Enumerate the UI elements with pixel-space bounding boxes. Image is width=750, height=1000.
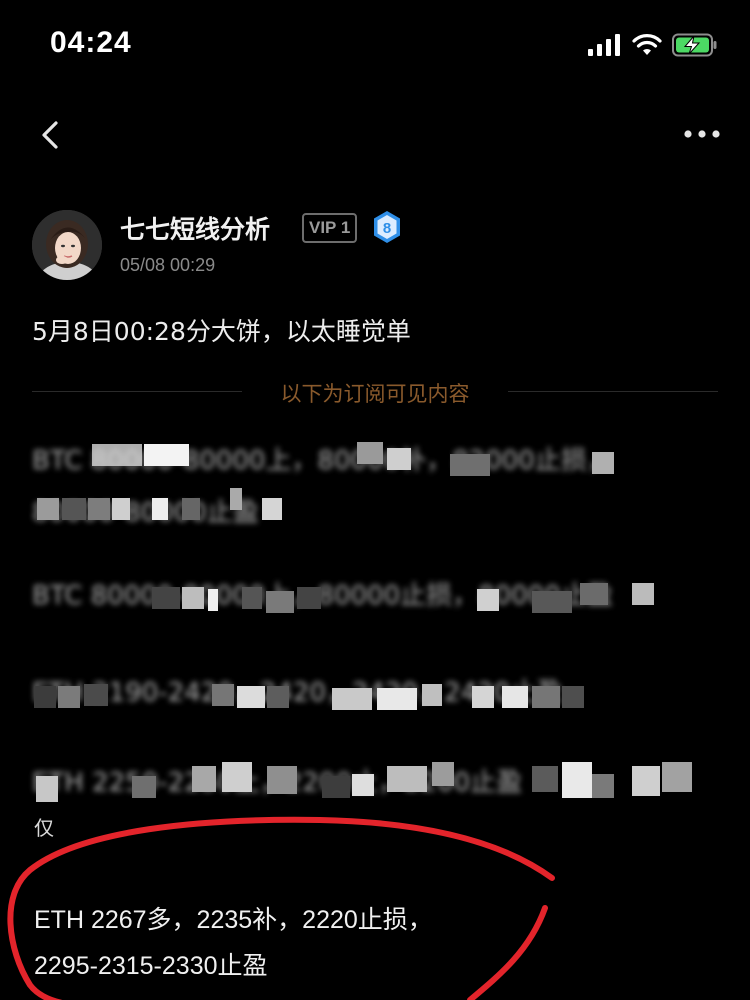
pixelation-block bbox=[88, 498, 110, 520]
status-time: 04:24 bbox=[50, 26, 132, 59]
pixelation-block bbox=[352, 774, 374, 796]
pixelation-block bbox=[387, 448, 411, 470]
pixelation-block bbox=[297, 587, 321, 609]
pixelation-block bbox=[262, 498, 282, 520]
partial-line: 仅 bbox=[34, 816, 54, 840]
pixelation-block bbox=[212, 684, 234, 706]
blurred-paragraph-2: BTC 80000-80000上，80000止损，80000止盈 bbox=[32, 575, 702, 615]
avatar[interactable] bbox=[32, 210, 102, 280]
post-timestamp: 05/08 00:29 bbox=[120, 255, 216, 275]
level-badge-icon: 8 bbox=[374, 211, 400, 243]
status-icons bbox=[588, 33, 718, 57]
pixelation-block bbox=[152, 587, 180, 609]
more-button[interactable] bbox=[680, 119, 724, 149]
pixelation-block bbox=[632, 766, 660, 796]
pixelation-block bbox=[432, 762, 454, 786]
pixelation-block bbox=[477, 589, 499, 611]
blurred-paragraph-4: ETH 2250-2250上，2200止，2200止盈 仅 bbox=[32, 762, 702, 847]
pixelation-block bbox=[267, 766, 297, 794]
pixelation-block bbox=[562, 686, 584, 708]
pixelation-block bbox=[267, 686, 289, 708]
pixelation-block bbox=[377, 688, 417, 710]
pixelation-block bbox=[266, 591, 294, 613]
divider-line-right bbox=[508, 391, 718, 392]
pixelation-block bbox=[422, 684, 442, 706]
wifi-icon bbox=[632, 34, 662, 55]
pixelation-block bbox=[222, 762, 252, 792]
pixelation-block bbox=[36, 776, 58, 802]
pixelation-block bbox=[562, 762, 592, 798]
pixelation-block bbox=[472, 686, 494, 708]
pixelation-block bbox=[662, 762, 692, 792]
level-badge: 8 bbox=[372, 210, 402, 244]
pixelation-block bbox=[592, 452, 614, 474]
signal-icon bbox=[588, 34, 620, 56]
pixelation-block bbox=[58, 686, 80, 708]
subscriber-divider: 以下为订阅可见内容 bbox=[32, 378, 718, 406]
pixelation-block bbox=[182, 498, 200, 520]
pixelation-block bbox=[322, 776, 350, 798]
pixelation-block bbox=[237, 686, 265, 708]
pixelation-block bbox=[532, 766, 558, 792]
back-button[interactable] bbox=[30, 115, 70, 155]
pixelation-block bbox=[208, 589, 218, 611]
pixelation-block bbox=[357, 442, 383, 464]
pixelation-block bbox=[112, 498, 130, 520]
pixelation-block bbox=[34, 686, 56, 708]
battery-charging-icon bbox=[672, 33, 717, 57]
pixelation-block bbox=[592, 774, 614, 798]
pixelation-block bbox=[242, 587, 262, 609]
divider-line-left bbox=[32, 391, 242, 392]
vip-badge: VIP 1 bbox=[302, 213, 358, 243]
avatar-photo bbox=[32, 210, 102, 280]
pixelation-block bbox=[62, 498, 86, 520]
pixelation-block bbox=[532, 686, 560, 708]
eth-signal-line-1: ETH 2267多，2235补，2220止损， bbox=[34, 906, 433, 934]
blurred-line: BTC 80000-80000上，80000止损，80000止盈 bbox=[32, 581, 613, 611]
pixelation-block bbox=[387, 766, 427, 792]
pixelation-block bbox=[332, 688, 372, 710]
author-name[interactable]: 七七短线分析 bbox=[120, 210, 270, 246]
pixelation-block bbox=[632, 583, 654, 605]
nav-bar bbox=[0, 105, 750, 165]
blurred-paragraph-1: BTC 80000-80000上，80000补，82000止损， 80000-8… bbox=[32, 440, 702, 530]
pixelation-block bbox=[580, 583, 608, 605]
level-number: 8 bbox=[383, 220, 391, 237]
pixelation-block bbox=[152, 498, 168, 520]
pixelation-block bbox=[532, 591, 572, 613]
pixelation-block bbox=[132, 776, 156, 798]
pixelation-block bbox=[450, 454, 490, 476]
pixelation-block bbox=[182, 587, 204, 609]
status-bar: 04:24 bbox=[0, 0, 750, 90]
more-horizontal-icon bbox=[684, 130, 720, 138]
pixelation-block bbox=[92, 444, 142, 466]
chevron-left-icon bbox=[42, 121, 58, 149]
blurred-paragraph-3: ETH 2190-2420，2420，2420，2420止盈 bbox=[32, 672, 702, 712]
pixelation-block bbox=[192, 766, 216, 792]
pixelation-block bbox=[144, 444, 189, 466]
pixelation-block bbox=[84, 684, 108, 706]
pixelation-block bbox=[37, 498, 59, 520]
pixelation-block bbox=[230, 488, 242, 510]
pixelation-block bbox=[502, 686, 528, 708]
eth-signal-line-2: 2295-2315-2330止盈 bbox=[34, 952, 268, 980]
author-header: 七七短线分析 VIP 1 8 05/08 00:29 bbox=[32, 210, 722, 285]
divider-text: 以下为订阅可见内容 bbox=[280, 382, 470, 406]
post-title: 5月8日00:28分大饼，以太睡觉单 bbox=[32, 317, 411, 346]
